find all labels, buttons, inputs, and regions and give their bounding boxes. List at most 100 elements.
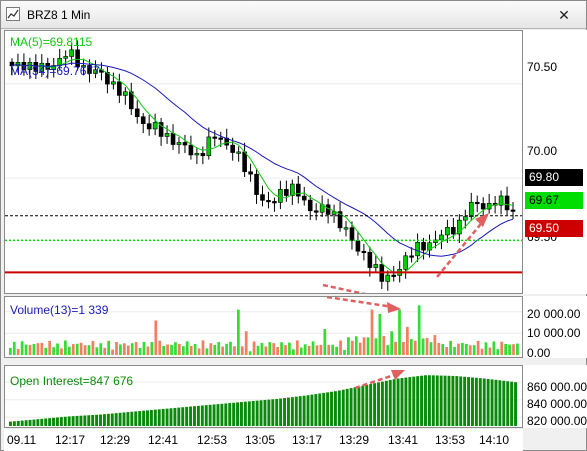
candle-body bbox=[451, 227, 456, 235]
volume-bar bbox=[60, 348, 63, 355]
candle-body bbox=[111, 81, 116, 85]
window-title: BRZ8 1 Min bbox=[27, 8, 91, 22]
ma34-legend: MA(34)=69.7677 bbox=[10, 64, 100, 78]
oi-bar bbox=[447, 375, 451, 426]
oi-bar bbox=[294, 396, 298, 426]
candle-body bbox=[325, 204, 331, 215]
oi-bar bbox=[126, 412, 130, 426]
candle-body bbox=[123, 91, 128, 96]
oi-bar bbox=[28, 419, 32, 426]
candle-body bbox=[236, 151, 241, 154]
volume-bar bbox=[453, 346, 456, 355]
volume-bar bbox=[111, 349, 114, 355]
volume-bar bbox=[512, 344, 515, 355]
oi-bar bbox=[200, 405, 204, 426]
candle-body bbox=[510, 209, 516, 212]
candle-body bbox=[260, 194, 265, 201]
candle-body bbox=[140, 116, 146, 124]
oi-bar bbox=[32, 419, 36, 426]
volume-bar bbox=[260, 342, 264, 355]
volume-bar bbox=[64, 340, 67, 355]
oi-bar bbox=[149, 410, 153, 426]
candle-body bbox=[415, 241, 420, 257]
oi-tick: 840 000.00 bbox=[527, 397, 587, 411]
volume-bar bbox=[16, 348, 20, 355]
volume-bar bbox=[354, 336, 358, 355]
time-tick: 13:05 bbox=[245, 433, 276, 447]
close-button[interactable]: ✕ bbox=[555, 6, 573, 24]
oi-bar bbox=[247, 401, 251, 426]
oi-bar bbox=[388, 379, 392, 426]
oi-bar bbox=[40, 418, 44, 426]
oi-bar bbox=[177, 407, 181, 426]
oi-tick: 820 000.00 bbox=[527, 414, 587, 428]
oi-bar bbox=[349, 388, 353, 426]
oi-bar bbox=[204, 405, 208, 426]
oi-bar bbox=[318, 393, 322, 426]
red-level-badge: 69.50 bbox=[525, 220, 583, 237]
volume-bar bbox=[347, 337, 350, 355]
oi-bar bbox=[396, 378, 400, 426]
volume-bar bbox=[492, 341, 496, 355]
oi-bar bbox=[384, 380, 388, 426]
oi-bar bbox=[146, 410, 149, 426]
volume-bar bbox=[52, 347, 55, 355]
oi-bar bbox=[240, 402, 243, 426]
volume-bar bbox=[413, 340, 417, 355]
candle-body bbox=[468, 201, 474, 218]
oi-bar bbox=[514, 382, 517, 426]
volume-bar bbox=[496, 349, 500, 355]
oi-bar bbox=[424, 375, 427, 426]
volume-bar bbox=[99, 343, 103, 355]
volume-bar bbox=[315, 345, 319, 355]
oi-bar bbox=[365, 384, 369, 426]
oi-bar bbox=[263, 399, 267, 426]
candle-body bbox=[194, 153, 200, 156]
ma5-legend: MA(5)=69.8115 bbox=[10, 35, 93, 49]
oi-bar bbox=[220, 403, 224, 426]
oi-bar bbox=[157, 409, 161, 426]
volume-pane[interactable]: Volume(13)=1 339 bbox=[4, 296, 523, 358]
price-tick: 70.50 bbox=[527, 60, 558, 74]
oi-bar bbox=[169, 408, 173, 426]
candle-body bbox=[290, 183, 295, 196]
candle-body bbox=[504, 195, 510, 211]
oi-bar bbox=[330, 391, 333, 426]
oi-bar bbox=[259, 400, 263, 426]
candle-body bbox=[206, 136, 212, 157]
oi-bar bbox=[435, 375, 439, 426]
oi-bar bbox=[404, 377, 408, 426]
oi-bar bbox=[99, 414, 102, 426]
candle-body bbox=[117, 81, 122, 96]
oi-bar bbox=[377, 382, 380, 426]
open-interest-pane[interactable]: Open Interest=847 676 bbox=[4, 365, 523, 428]
oi-bar bbox=[337, 390, 341, 426]
volume-bar bbox=[421, 338, 425, 355]
volume-bar bbox=[264, 346, 268, 355]
oi-bar bbox=[153, 409, 157, 426]
volume-bar bbox=[504, 343, 508, 355]
volume-bar bbox=[142, 341, 146, 355]
oi-bar bbox=[333, 391, 337, 426]
volume-bar bbox=[480, 348, 484, 355]
volume-bar bbox=[185, 341, 189, 355]
volume-bar bbox=[284, 345, 287, 355]
oi-bar bbox=[114, 413, 118, 426]
oi-bar bbox=[83, 415, 87, 426]
volume-bar bbox=[221, 346, 224, 355]
oi-bar bbox=[267, 399, 271, 426]
volume-bar bbox=[350, 340, 354, 355]
volume-bar bbox=[146, 346, 150, 355]
oi-bar bbox=[134, 411, 138, 426]
oi-bar bbox=[138, 411, 142, 426]
volume-bar bbox=[166, 344, 169, 355]
title-bar[interactable]: BRZ8 1 Min ✕ bbox=[1, 1, 586, 29]
volume-bar bbox=[433, 335, 437, 355]
candle-body bbox=[218, 137, 224, 140]
oi-bar bbox=[243, 401, 247, 426]
oi-bar bbox=[208, 404, 212, 426]
price-chart-pane[interactable]: MA(5)=69.8115 MA(34)=69.7677 bbox=[4, 30, 523, 294]
volume-bar bbox=[280, 342, 283, 355]
oi-bar bbox=[106, 413, 110, 426]
oi-bar bbox=[122, 412, 126, 426]
